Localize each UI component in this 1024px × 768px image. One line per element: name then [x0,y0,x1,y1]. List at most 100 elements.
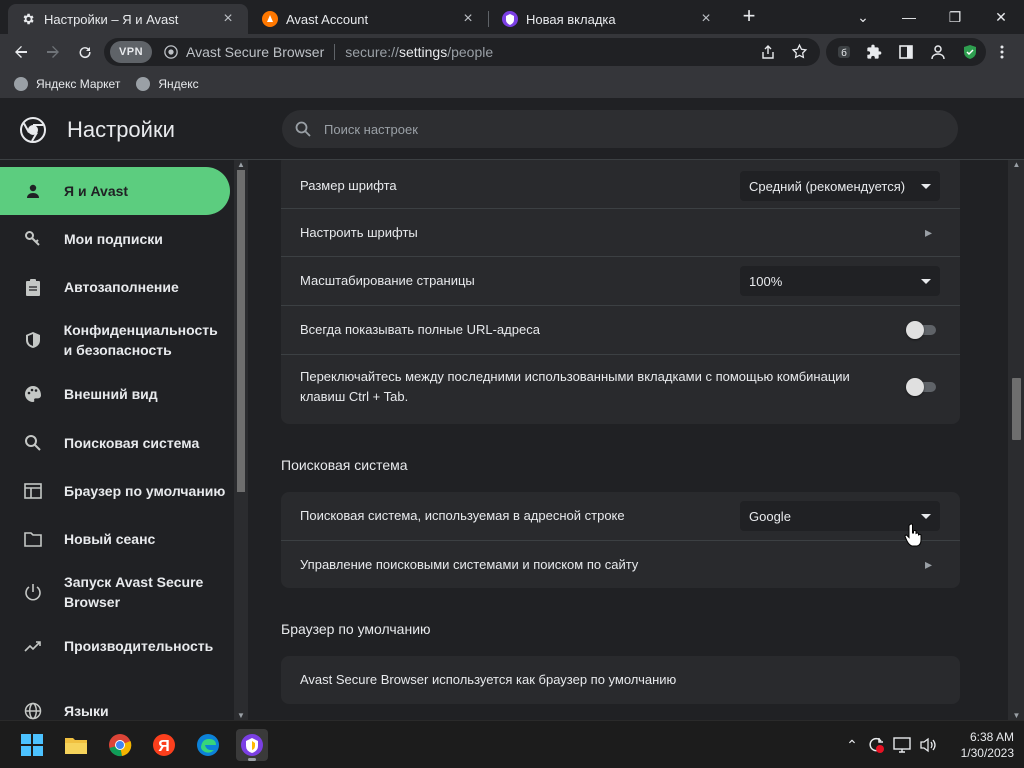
settings-header: Настройки Поиск настроек [0,98,1024,160]
close-window-button[interactable]: ✕ [978,4,1024,30]
close-icon[interactable]: × [220,10,236,28]
file-explorer-icon[interactable] [60,729,92,761]
settings-sidebar: Я и Avast Мои подписки Автозаполнение Ко… [0,160,234,720]
sidebar-item-you-and-avast[interactable]: Я и Avast [0,167,230,215]
sidebar-item-label: Новый сеанс [64,531,156,547]
manage-search-engines-row[interactable]: Управление поисковыми системами и поиско… [281,540,960,588]
page-zoom-value: 100% [749,273,783,289]
forward-icon[interactable] [41,40,65,64]
trending-icon [23,636,43,656]
sidebar-item-label: Я и Avast [64,183,129,199]
bookmark-yandex[interactable]: Яндекс [136,77,199,91]
sidebar-item-search-engine[interactable]: Поисковая система [0,419,230,467]
sidebar-item-autofill[interactable]: Автозаполнение [0,263,230,311]
close-icon[interactable]: × [698,10,714,28]
volume-icon[interactable] [918,735,938,755]
extension-badge-icon[interactable]: б [832,40,856,64]
windows-start-icon[interactable] [16,729,48,761]
sidebar-item-appearance[interactable]: Внешний вид [0,369,230,419]
shield-icon [23,330,43,350]
scrollbar-thumb[interactable] [237,170,245,492]
new-tab-button[interactable]: + [738,5,760,28]
back-icon[interactable] [9,40,33,64]
customize-fonts-row[interactable]: Настроить шрифты ▸ [281,208,960,256]
bookmark-yandex-market[interactable]: Яндекс Маркет [14,77,120,91]
full-urls-label: Всегда показывать полные URL-адреса [300,322,540,337]
page-title: Настройки [67,117,175,142]
url-path: /people [447,44,494,60]
edge-icon[interactable] [192,729,224,761]
chevron-right-icon: ▸ [924,224,932,240]
restore-button[interactable]: ❐ [932,4,978,30]
sidebar-item-languages[interactable]: Языки [0,687,230,720]
minimize-button[interactable]: — [886,4,932,30]
chevron-down-icon [921,279,931,284]
page-zoom-select[interactable]: 100% [740,266,940,296]
main-scrollbar[interactable]: ▲ ▼ [1008,160,1024,720]
settings-search-input[interactable]: Поиск настроек [282,110,958,148]
security-shield-icon[interactable] [958,40,982,64]
scroll-down-arrow-icon[interactable]: ▼ [237,711,245,720]
full-urls-row: Всегда показывать полные URL-адреса [281,305,960,354]
scroll-up-arrow-icon[interactable]: ▲ [1012,160,1021,169]
clipboard-icon [23,277,43,297]
sidebar-scrollbar[interactable]: ▲ ▼ [234,160,248,720]
globe-icon [136,77,151,91]
settings-main: Размер шрифта Средний (рекомендуется) На… [248,160,1008,720]
close-icon[interactable]: × [460,10,476,28]
search-engine-section-title: Поисковая система [281,457,408,473]
search-icon [295,121,311,137]
tab-divider [488,11,489,27]
tab-strip: Настройки – Я и Avast × Avast Account × … [0,0,1024,34]
puzzle-icon[interactable] [862,40,886,64]
profile-icon[interactable] [926,40,950,64]
yandex-icon[interactable]: Я [148,729,180,761]
taskbar-clock[interactable]: 6:38 AM 1/30/2023 [944,729,1014,761]
scrollbar-thumb[interactable] [1012,378,1021,440]
sync-alert-icon[interactable] [866,735,886,755]
tab-new-tab[interactable]: Новая вкладка × [490,4,726,34]
toggle-knob [906,378,924,396]
side-panel-icon[interactable] [894,40,918,64]
bookmark-star-icon[interactable] [791,43,808,63]
search-engine-card: Поисковая система, используемая в адресн… [281,492,960,588]
sidebar-item-label: Производительность [64,638,214,654]
network-icon[interactable] [892,735,912,755]
sidebar-item-default-browser[interactable]: Браузер по умолчанию [0,467,230,515]
sidebar-item-startup[interactable]: Запуск Avast Secure Browser [0,563,230,621]
url-host: settings [398,44,448,60]
full-urls-toggle[interactable] [906,321,938,339]
sidebar-item-label: Языки [64,703,109,719]
sidebar-item-performance[interactable]: Производительность [0,621,230,671]
font-size-select[interactable]: Средний (рекомендуется) [740,171,940,201]
page-zoom-row: Масштабирование страницы 100% [281,256,960,305]
customize-fonts-label: Настроить шрифты [300,224,418,240]
tab-avast-account[interactable]: Avast Account × [250,4,488,34]
globe-icon [23,701,43,720]
menu-dots-icon[interactable] [990,40,1014,64]
tab-search-icon[interactable]: ⌄ [840,4,886,30]
clock-time: 6:38 AM [969,730,1014,744]
address-bar-engine-row: Поисковая система, используемая в адресн… [281,492,960,540]
tab-settings[interactable]: Настройки – Я и Avast × [8,4,248,34]
sidebar-item-new-session[interactable]: Новый сеанс [0,515,230,563]
chrome-icon[interactable] [104,729,136,761]
sidebar-item-subscriptions[interactable]: Мои подписки [0,215,230,263]
ctrl-tab-toggle[interactable] [906,378,938,396]
ctrl-tab-label: Переключайтесь между последними использо… [300,368,850,404]
address-bar[interactable]: VPN Avast Secure Browser secure://settin… [104,38,820,66]
search-placeholder: Поиск настроек [324,121,418,137]
vpn-button[interactable]: VPN [110,41,152,63]
chevron-down-icon [921,184,931,189]
sidebar-item-privacy-security[interactable]: Конфиденциальность и безопасность [0,311,230,369]
site-info-icon[interactable] [164,45,178,59]
chevron-up-icon[interactable]: ⌃ [842,735,862,755]
avast-browser-icon[interactable] [236,729,268,761]
power-icon [23,582,43,602]
reload-icon[interactable] [73,40,97,64]
default-browser-row: Avast Secure Browser используется как бр… [281,656,960,704]
scroll-down-arrow-icon[interactable]: ▼ [1012,711,1021,720]
scroll-up-arrow-icon[interactable]: ▲ [237,160,245,169]
toggle-knob [906,321,924,339]
share-icon[interactable] [760,44,776,63]
